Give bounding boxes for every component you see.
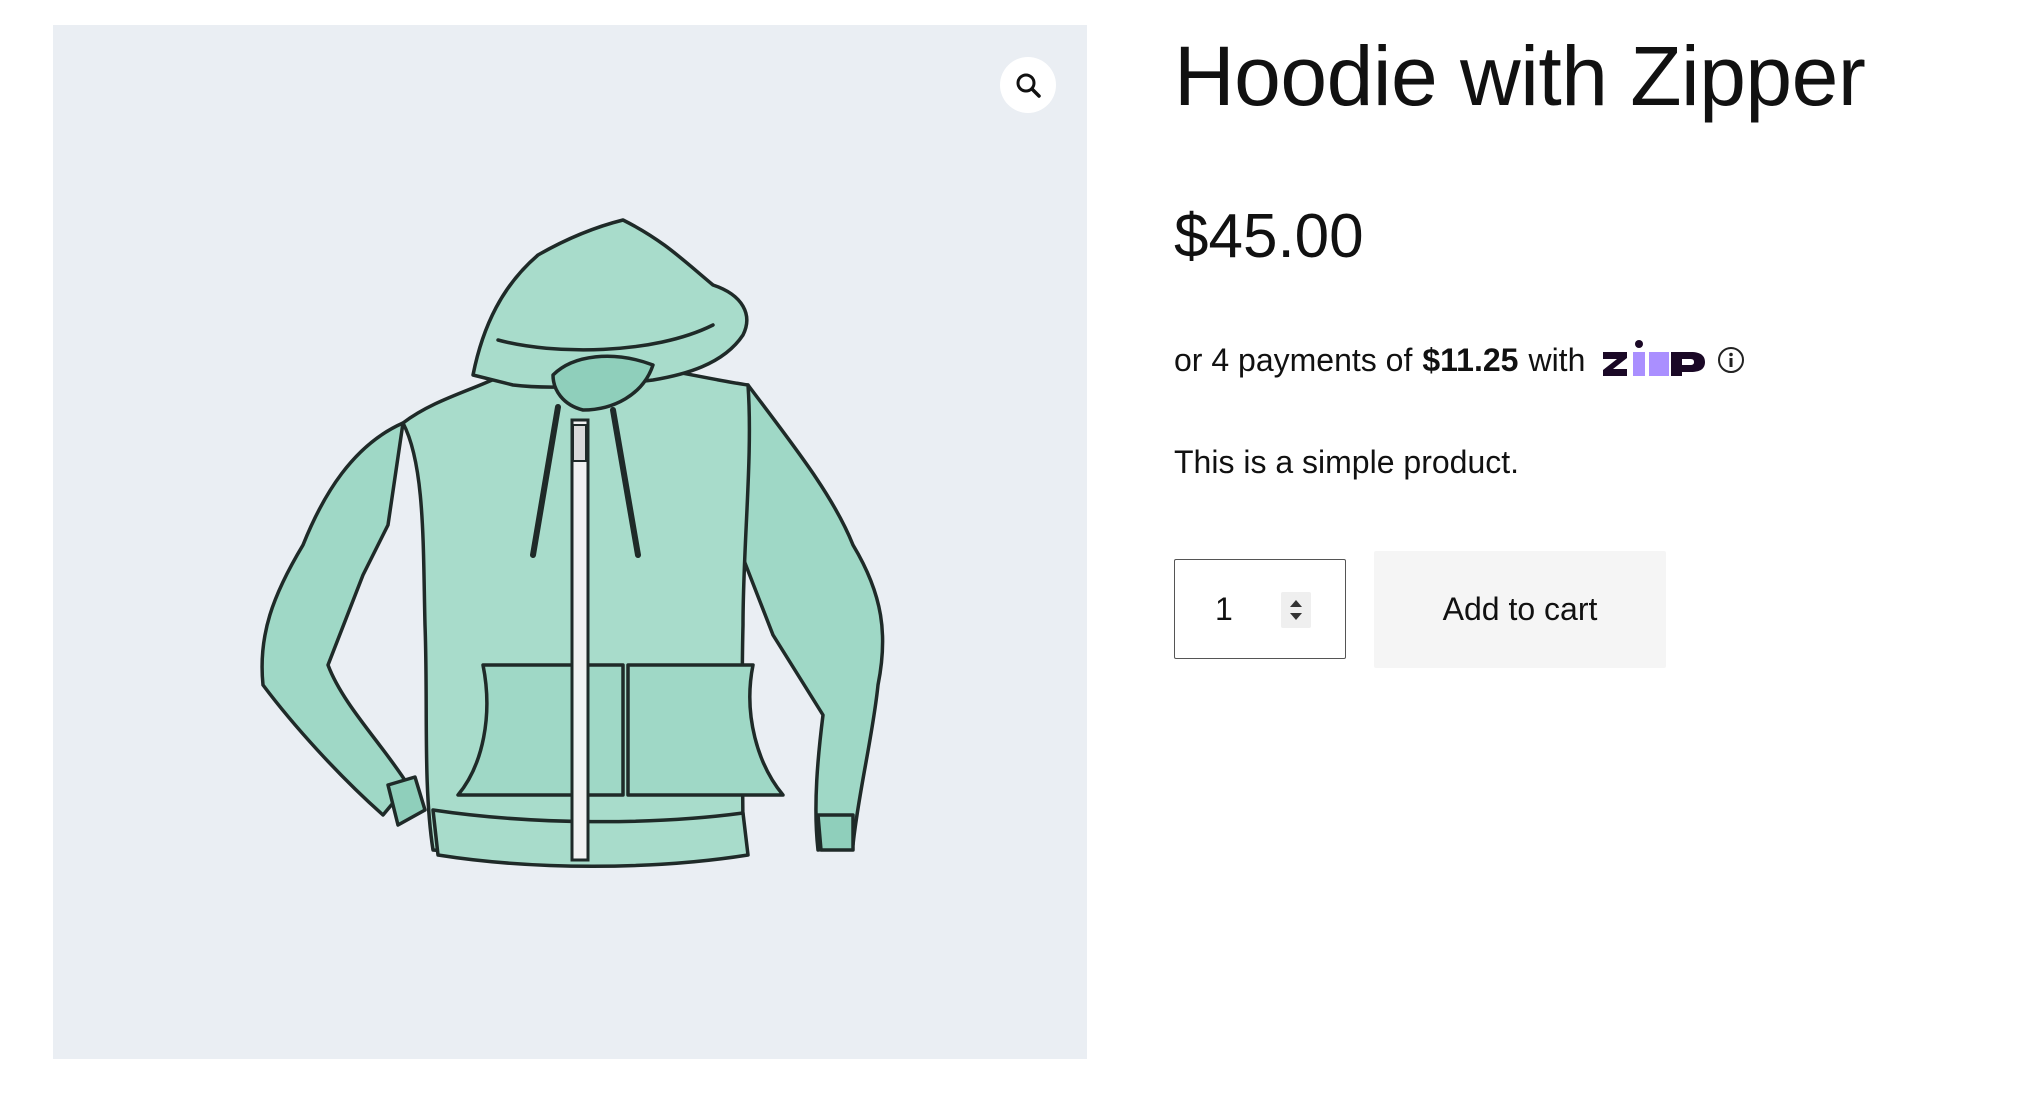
info-icon[interactable] [1717,346,1745,374]
product-gallery [53,25,1087,1059]
product-description: This is a simple product. [1174,444,1520,480]
installment-offer: or 4 payments of $11.25 with [1174,336,1745,384]
installment-amount: $11.25 [1422,341,1519,378]
product-price: $45.00 [1174,202,1364,271]
zoom-button[interactable] [1000,57,1056,113]
quantity-value: 1 [1215,591,1233,627]
add-to-cart-button[interactable]: Add to cart [1374,551,1666,668]
product-title: Hoodie with Zipper [1174,29,1866,123]
magnifier-icon [1016,73,1041,98]
quantity-stepper[interactable] [1281,592,1311,628]
installment-suffix: with [1528,341,1586,378]
hoodie-image [260,218,885,868]
installment-prefix: or 4 payments of [1174,341,1413,378]
zip-logo [1603,340,1706,376]
quantity-input[interactable]: 1 [1174,559,1346,659]
